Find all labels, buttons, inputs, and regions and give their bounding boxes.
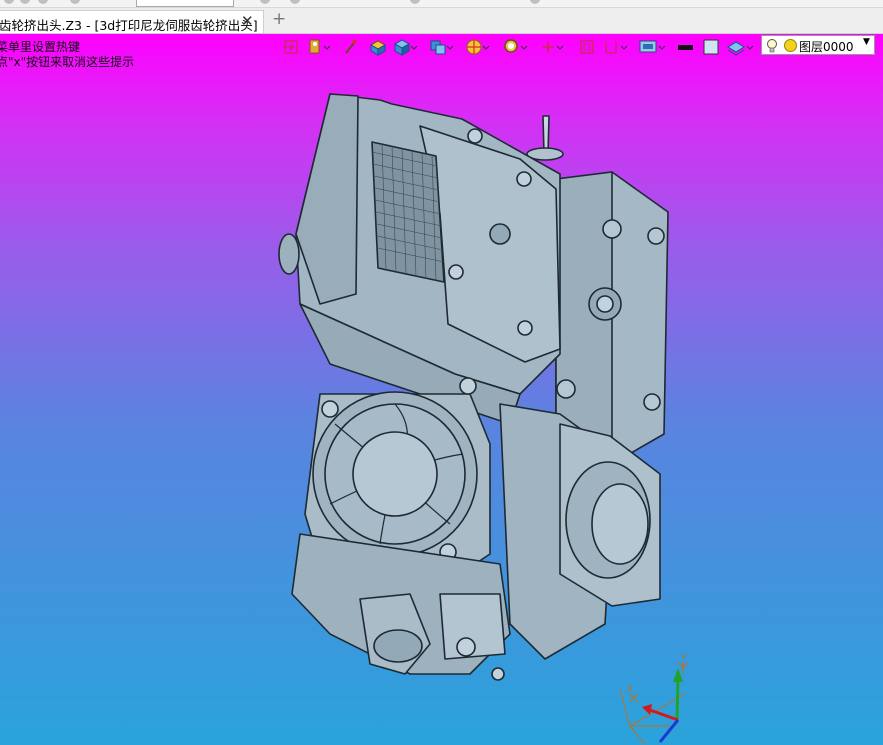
save-icon[interactable] (20, 0, 30, 4)
coordinate-axis-triad: Y X (619, 654, 689, 745)
cursor-icon[interactable] (290, 0, 300, 4)
undo-icon[interactable] (38, 0, 48, 4)
help-icon[interactable] (530, 0, 540, 4)
new-tab-button[interactable]: + (272, 9, 286, 29)
settings-icon[interactable] (410, 0, 420, 4)
3d-viewport[interactable]: 菜单里设置热键 点"x"按钮来取消这些提示 图层0000 ▼ Y X (0, 34, 883, 745)
quick-access-bar (0, 0, 883, 8)
close-icon[interactable]: ✕ (241, 12, 254, 30)
app-icon[interactable] (4, 0, 14, 4)
command-search-box[interactable] (136, 0, 234, 7)
document-tab-bar: 齿轮挤出头.Z3 - [3d打印尼龙伺服齿轮挤出头] ✕ + (0, 8, 883, 34)
document-tab[interactable]: 齿轮挤出头.Z3 - [3d打印尼龙伺服齿轮挤出头] ✕ (0, 10, 264, 33)
redo-icon[interactable] (70, 0, 80, 4)
document-tab-title: 齿轮挤出头.Z3 - [3d打印尼龙伺服齿轮挤出头] (0, 18, 258, 33)
filter-icon[interactable] (260, 0, 270, 4)
axis-x-label: X (627, 685, 633, 695)
axis-y-label: Y (680, 654, 687, 663)
3d-model-extruder[interactable] (0, 34, 883, 745)
